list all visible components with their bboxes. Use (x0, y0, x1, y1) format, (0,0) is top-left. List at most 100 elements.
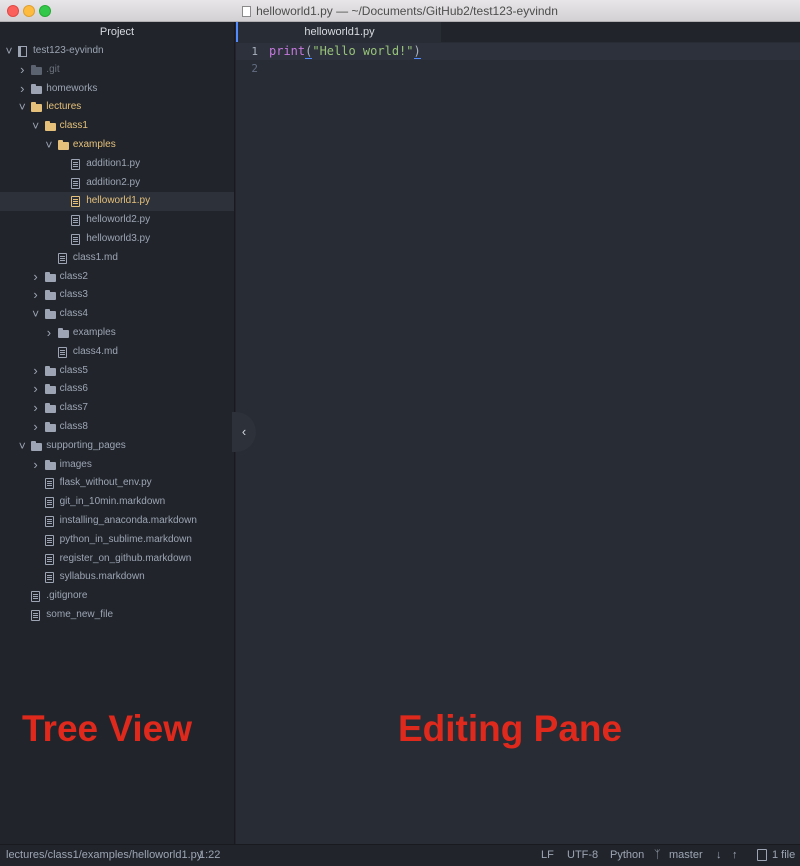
chevron-right-icon[interactable]: › (31, 268, 41, 287)
status-files-changed[interactable]: 1 file (772, 845, 795, 866)
tab-helloworld1[interactable]: helloworld1.py (236, 22, 441, 42)
file-icon (71, 158, 81, 170)
folder-icon (44, 384, 56, 395)
git-push-icon[interactable]: ↑ (732, 845, 738, 866)
tree-folder-item[interactable]: ˅ test123-eyvindn (0, 42, 234, 61)
window-title: helloworld1.py — ~/Documents/GitHub2/tes… (256, 4, 558, 18)
tree-item-label: class3 (59, 289, 88, 301)
tree-folder-item[interactable]: ˅ supporting_pages (0, 437, 234, 456)
folder-icon (44, 459, 56, 470)
tree-view[interactable]: Project ˅ test123-eyvindn › .git › homeworks ˅… (0, 22, 235, 844)
tree-file-item[interactable]: python_in_sublime.markdown (0, 531, 234, 550)
tree-folder-item[interactable]: ˅ lectures (0, 98, 234, 117)
chevron-down-icon[interactable]: ˅ (17, 437, 27, 456)
editing-pane[interactable]: helloworld1.py 1 print("Hello world!") 2 E… (236, 22, 800, 844)
file-icon (44, 572, 54, 584)
tree-item-label: .gitignore (46, 590, 88, 602)
tree-folder-item[interactable]: ˅ examples (0, 136, 234, 155)
tree-item-label: class7 (59, 402, 88, 414)
tree-folder-item[interactable]: › images (0, 456, 234, 475)
tree-file-item[interactable]: helloworld1.py (0, 192, 234, 212)
status-file-path[interactable]: lectures/class1/examples/helloworld1.py (6, 845, 202, 866)
chevron-left-icon: ‹ (241, 424, 247, 439)
file-icon (71, 177, 81, 189)
code-token: ) (413, 44, 421, 59)
tree-folder-item[interactable]: › class7 (0, 399, 234, 418)
tree-file-item[interactable]: syllabus.markdown (0, 568, 234, 587)
chevron-down-icon[interactable]: ˅ (17, 98, 27, 117)
chevron-right-icon[interactable]: › (31, 362, 41, 381)
folder-icon (44, 271, 56, 282)
chevron-down-icon[interactable]: ˅ (4, 42, 14, 61)
chevron-right-icon[interactable]: › (31, 418, 41, 437)
tree-file-item[interactable]: some_new_file (0, 606, 234, 625)
editing-pane-annotation: Editing Pane (398, 708, 623, 749)
status-line-ending[interactable]: LF (541, 845, 554, 866)
tree-item-label: python_in_sublime.markdown (59, 533, 192, 545)
tree-file-item[interactable]: .gitignore (0, 587, 234, 606)
chevron-right-icon[interactable]: › (31, 380, 41, 399)
tree-folder-item[interactable]: ˅ class1 (0, 117, 234, 136)
tree-folder-item[interactable]: › examples (0, 324, 234, 343)
folder-icon (31, 102, 43, 113)
status-cursor-position[interactable]: 1:22 (199, 845, 220, 866)
tree-file-item[interactable]: helloworld3.py (0, 230, 234, 249)
status-encoding[interactable]: UTF-8 (567, 845, 598, 866)
tree-item-label: examples (72, 138, 116, 150)
tree-folder-item[interactable]: › class3 (0, 286, 234, 305)
changed-file-icon (757, 849, 767, 861)
tree-file-item[interactable]: addition2.py (0, 174, 234, 193)
code-line[interactable]: 1 print("Hello world!") (236, 43, 800, 60)
tree-file-item[interactable]: git_in_10min.markdown (0, 493, 234, 512)
status-git-branch[interactable]: master (669, 845, 703, 866)
line-source: print("Hello world!") (269, 43, 421, 60)
tree-file-item[interactable]: addition1.py (0, 155, 234, 174)
chevron-right-icon[interactable]: › (44, 324, 54, 343)
chevron-down-icon[interactable]: ˅ (31, 305, 41, 324)
tree-file-item[interactable]: class1.md (0, 249, 234, 268)
tree-item-label: syllabus.markdown (59, 571, 145, 583)
tree-view-annotation: Tree View (22, 708, 193, 749)
folder-icon (31, 64, 43, 75)
tree-item-label: examples (72, 326, 116, 338)
folder-icon (44, 365, 56, 376)
tree-item-label: addition1.py (86, 157, 141, 169)
tree-folder-item[interactable]: › class8 (0, 418, 234, 437)
tree-item-label: class4.md (72, 345, 118, 357)
tree-file-item[interactable]: helloworld2.py (0, 211, 234, 230)
tree-item-label: class2 (59, 270, 88, 282)
tree-item-label: homeworks (46, 82, 98, 94)
file-icon (57, 346, 67, 358)
chevron-right-icon[interactable]: › (31, 399, 41, 418)
chevron-right-icon[interactable]: › (31, 286, 41, 305)
chevron-right-icon[interactable]: › (31, 456, 41, 475)
chevron-down-icon[interactable]: ˅ (31, 117, 41, 136)
tree-folder-item[interactable]: › class5 (0, 362, 234, 381)
tree-item-label: git_in_10min.markdown (59, 496, 166, 508)
chevron-right-icon[interactable]: › (17, 61, 27, 80)
tree-folder-item[interactable]: ˅ class4 (0, 305, 234, 324)
tree-file-item[interactable]: class4.md (0, 343, 234, 362)
status-bar: lectures/class1/examples/helloworld1.py … (0, 844, 800, 866)
folder-icon (44, 403, 56, 414)
tree-file-item[interactable]: register_on_github.markdown (0, 550, 234, 569)
tree-item-label: class1.md (72, 251, 118, 263)
tree-folder-item[interactable]: › homeworks (0, 80, 234, 99)
git-fetch-icon[interactable]: ↓ (716, 845, 722, 866)
tree-folder-item[interactable]: › class2 (0, 268, 234, 287)
tree-file-item[interactable]: installing_anaconda.markdown (0, 512, 234, 531)
git-branch-icon: ᛉ (654, 849, 661, 861)
code-line[interactable]: 2 (236, 60, 800, 77)
chevron-down-icon[interactable]: ˅ (44, 136, 54, 155)
tree-file-item[interactable]: flask_without_env.py (0, 474, 234, 493)
chevron-right-icon[interactable]: › (17, 80, 27, 99)
folder-icon (44, 309, 56, 320)
line-number: 2 (251, 62, 258, 75)
folder-icon (31, 440, 43, 451)
code-area[interactable]: 1 print("Hello world!") 2 (236, 43, 800, 77)
tree-folder-item[interactable]: › .git (0, 61, 234, 80)
tree-folder-item[interactable]: › class6 (0, 380, 234, 399)
folder-icon (31, 83, 43, 94)
file-icon (71, 196, 81, 208)
status-grammar[interactable]: Python (610, 845, 644, 866)
